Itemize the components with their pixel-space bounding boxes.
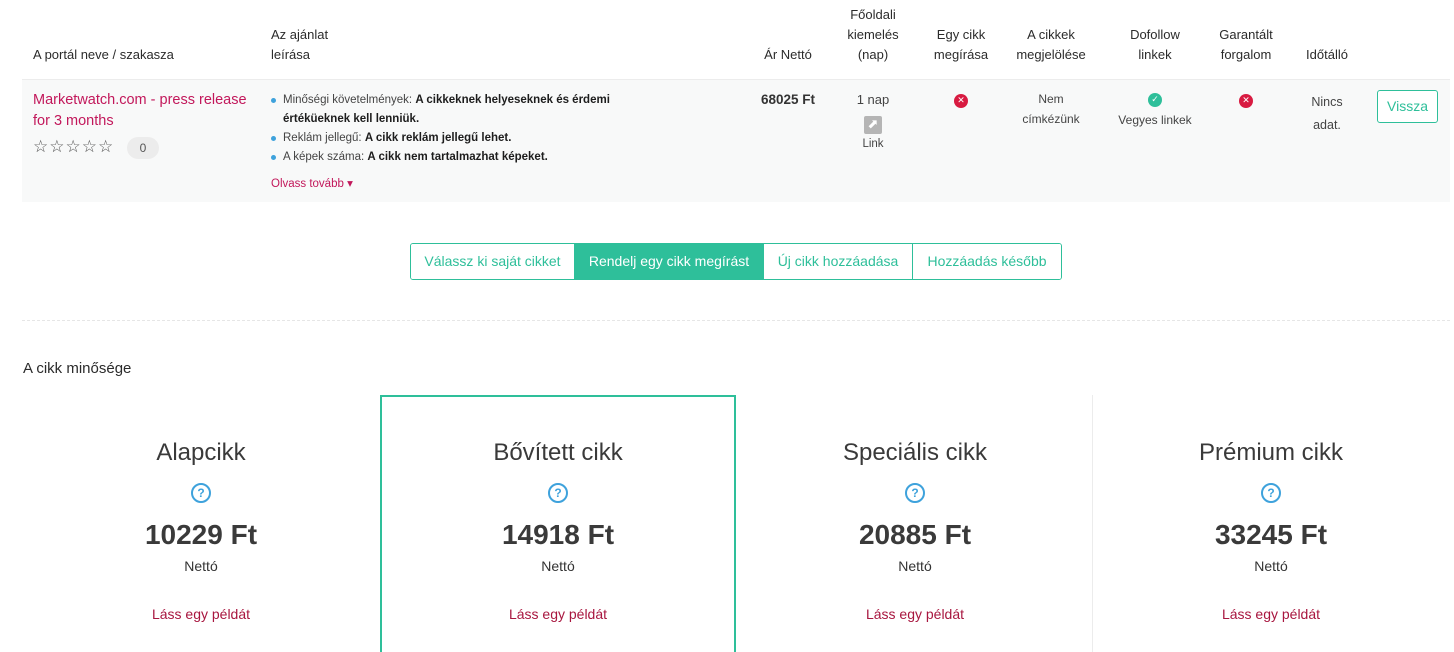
rating-stars[interactable]: ☆☆☆☆☆	[33, 137, 114, 157]
card-net-label: Nettó	[541, 558, 575, 574]
see-example-link[interactable]: Láss egy példát	[737, 606, 1093, 622]
cross-icon: ✕	[954, 94, 968, 108]
col-offer-description: Az ajánlat leírása	[271, 27, 329, 62]
card-price: 14918 Ft	[501, 519, 615, 550]
link-label[interactable]: Link	[842, 138, 904, 150]
tagging-value: Nem címkézünk	[1022, 92, 1080, 126]
external-link-icon[interactable]: ⬈	[864, 116, 882, 134]
help-icon[interactable]: ?	[1261, 483, 1281, 503]
help-icon[interactable]: ?	[905, 483, 925, 503]
add-later-button[interactable]: Hozzáadás később	[913, 244, 1061, 279]
dofollow-value: Vegyes linkek	[1118, 113, 1192, 127]
card-name: Speciális cikk	[842, 439, 988, 466]
net-price: 68025 Ft	[760, 92, 816, 107]
list-item: A képek száma: A cikk nem tartalmazhat k…	[271, 148, 651, 167]
col-article-tagging: A cikkek megjelölése	[1016, 27, 1086, 62]
section-divider	[22, 320, 1450, 321]
help-icon[interactable]: ?	[191, 483, 211, 503]
read-more-link[interactable]: Olvass tovább ▾	[271, 176, 353, 190]
card-price: 20885 Ft	[858, 519, 972, 550]
see-example-link[interactable]: Láss egy példát	[382, 606, 734, 622]
card-price: 10229 Ft	[144, 519, 258, 550]
card-name: Bővített cikk	[493, 439, 623, 466]
cross-icon: ✕	[1239, 94, 1253, 108]
card-net-label: Nettó	[184, 558, 218, 574]
col-main-page-highlight: Főoldali kiemelés (nap)	[847, 7, 899, 62]
quality-section-title: A cikk minősége	[23, 360, 132, 377]
col-article-writing: Egy cikk megírása	[933, 27, 989, 62]
col-price: Ár Nettó	[764, 47, 812, 62]
main-page-days: 1 nap	[856, 92, 890, 107]
col-dofollow-links: Dofollow linkek	[1130, 27, 1180, 62]
quality-card-special[interactable]: Speciális cikk ? 20885 Ft Nettó Láss egy…	[737, 395, 1093, 652]
help-icon[interactable]: ?	[548, 483, 568, 503]
card-net-label: Nettó	[898, 558, 932, 574]
durable-value: Nincs adat.	[1311, 95, 1343, 132]
col-guaranteed-traffic: Garantált forgalom	[1219, 27, 1273, 62]
check-icon: ✓	[1148, 93, 1162, 107]
col-durable: Időtálló	[1306, 47, 1348, 62]
card-price: 33245 Ft	[1214, 519, 1328, 550]
choose-own-article-button[interactable]: Válassz ki saját cikket	[411, 244, 575, 279]
quality-card-premium[interactable]: Prémium cikk ? 33245 Ft Nettó Láss egy p…	[1093, 395, 1449, 652]
table-row: Marketwatch.com - press release for 3 mo…	[22, 80, 1450, 202]
list-item: Reklám jellegű: A cikk reklám jellegű le…	[271, 129, 651, 148]
back-button[interactable]: Vissza	[1377, 90, 1438, 123]
review-count-badge: 0	[127, 137, 159, 159]
add-new-article-button[interactable]: Új cikk hozzáadása	[764, 244, 913, 279]
portal-name-link[interactable]: Marketwatch.com - press release for 3 mo…	[33, 90, 258, 132]
see-example-link[interactable]: Láss egy példát	[23, 606, 379, 622]
table-header: A portál neve / szakasza Az ajánlat leír…	[22, 0, 1450, 80]
card-name: Prémium cikk	[1198, 439, 1343, 466]
order-article-writing-button[interactable]: Rendelj egy cikk megírást	[575, 244, 764, 279]
article-option-segment: Válassz ki saját cikket Rendelj egy cikk…	[410, 243, 1062, 280]
quality-card-basic[interactable]: Alapcikk ? 10229 Ft Nettó Láss egy példá…	[23, 395, 379, 652]
see-example-link[interactable]: Láss egy példát	[1093, 606, 1449, 622]
offer-description: Minőségi követelmények: A cikkeknek hely…	[271, 91, 651, 167]
card-name: Alapcikk	[156, 439, 246, 466]
quality-card-extended[interactable]: Bővített cikk ? 14918 Ft Nettó Láss egy …	[380, 395, 736, 652]
col-portal-name: A portál neve / szakasza	[33, 47, 174, 62]
card-net-label: Nettó	[1254, 558, 1288, 574]
list-item: Minőségi követelmények: A cikkeknek hely…	[271, 91, 651, 129]
